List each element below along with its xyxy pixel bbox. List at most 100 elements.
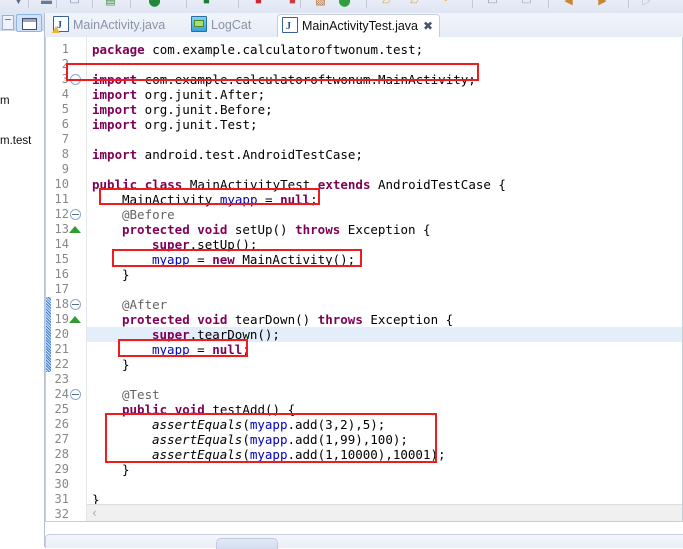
line-number: 22 [54,357,69,371]
code-line-21[interactable]: myapp = null; [152,342,250,357]
warning-overlay-icon [52,26,60,33]
fold-collapse-icon[interactable] [70,299,81,310]
terminate-icon[interactable]: ■ [286,0,299,8]
fold-expand-icon[interactable] [69,226,81,233]
editor-horizontal-scrollbar[interactable]: ‹ [87,504,682,521]
editor-tab-mainactivitytest-java[interactable]: MainActivityTest.java ✖ [277,14,441,38]
code-line-27[interactable]: assertEquals(myapp.add(1,99),100); [152,432,408,447]
tree-item-1[interactable]: m.test [0,135,31,147]
forward-icon[interactable]: ▶ [596,0,609,8]
code-line-10[interactable]: public class MainActivityTest extends An… [92,177,506,192]
stop-icon[interactable]: ■ [252,0,265,8]
line-number: 1 [61,42,69,56]
code-line-5[interactable]: import org.junit.Before; [92,102,273,117]
line-number: 6 [61,117,69,131]
run-icon[interactable]: ■ [200,0,213,8]
android-icon[interactable]: ⬤ [338,0,351,8]
editor-tab-logcat[interactable]: LogCat [187,14,257,36]
line-number: 20 [54,327,69,341]
code-line-19[interactable]: protected void tearDown() throws Excepti… [122,312,453,327]
line-number: 28 [54,447,69,461]
code-line-28[interactable]: assertEquals(myapp.add(1,10000),10001); [152,447,446,462]
back-icon[interactable]: ◀ [562,0,575,8]
code-line-16[interactable]: } [122,267,130,282]
change-marker-bar [46,37,51,521]
code-line-13[interactable]: protected void setUp() throws Exception … [122,222,431,237]
save-icon[interactable]: ▼ [12,0,25,8]
code-line-14[interactable]: super.setUp(); [152,237,257,252]
code-line-1[interactable]: package com.example.calculatoroftwonum.t… [92,42,423,57]
line-number: 7 [61,132,69,146]
bottom-panel-tab[interactable] [216,538,278,549]
left-dock-panel: m m.test [0,13,45,547]
open-type-icon[interactable]: ▱ [380,0,393,8]
line-number: 12 [54,207,69,221]
toolbar-separator [548,0,549,8]
line-number: 13 [54,222,69,236]
toolbar-separator [366,0,367,8]
java-source-editor[interactable]: 1 2 3 4 5 6 7 8 9 10 11 12 13 14 15 16 17 18 19 20 21 22 23 24 2… [45,37,683,522]
package-explorer-icon [22,18,37,30]
line-number: 18 [54,297,69,311]
line-number: 19 [54,312,69,326]
book-icon[interactable]: ▧ [314,0,327,8]
code-line-12[interactable]: @Before [122,207,175,222]
editor-tab-label: MainActivity.java [73,18,166,32]
line-number: 32 [54,507,69,521]
expand-icon[interactable]: ▷ [640,0,653,8]
line-number: 21 [54,342,69,356]
tree-item-0[interactable]: m [0,95,10,107]
package-explorer-view-tab[interactable] [16,14,42,32]
new-icon[interactable]: ▭ [68,0,81,8]
changed-lines-marker [46,297,51,372]
editor-tabbar: MainActivity.java LogCat MainActivityTest.… [45,13,683,38]
line-number: 23 [54,372,69,386]
next-annotation-icon[interactable]: ▭ [486,0,499,8]
code-line-3[interactable]: import com.example.calculatoroftwonum.Ma… [92,72,476,87]
code-line-22[interactable]: } [122,357,130,372]
editor-code-canvas[interactable]: package com.example.calculatoroftwonum.t… [87,37,682,521]
editor-tab-mainactivity-java[interactable]: MainActivity.java [49,14,171,37]
toolbar-separator [92,0,93,8]
toolbar-separator [28,0,29,8]
code-line-20[interactable]: super.tearDown(); [152,327,280,342]
code-line-18[interactable]: @After [122,297,167,312]
line-number: 27 [54,432,69,446]
fold-collapse-icon[interactable] [70,389,81,400]
search-icon[interactable]: ◔ [438,0,451,8]
line-number: 29 [54,462,69,476]
code-line-6[interactable]: import org.junit.Test; [92,117,258,132]
print-icon[interactable]: ▬ [40,0,53,8]
scroll-left-chevron-icon[interactable]: ‹ [92,506,97,520]
code-line-24[interactable]: @Test [122,387,160,402]
code-line-29[interactable]: } [122,462,130,477]
close-tab-icon[interactable]: ✖ [423,19,433,33]
line-number: 5 [61,102,69,116]
fold-collapse-icon[interactable] [70,209,81,220]
java-file-warning-icon [52,15,69,37]
toolbar-separator [300,0,301,8]
package-explorer-tree[interactable]: m m.test [0,32,43,547]
prev-annotation-icon[interactable]: ▭ [520,0,533,8]
fold-collapse-icon[interactable] [70,74,81,85]
line-number: 17 [54,282,69,296]
code-line-11[interactable]: MainActivity myapp = null; [122,192,318,207]
folder-icon[interactable]: ▤ [104,0,117,8]
minimize-view-icon[interactable] [2,15,14,30]
line-number: 3 [61,72,69,86]
line-number: 4 [61,87,69,101]
code-line-4[interactable]: import org.junit.After; [92,87,265,102]
code-line-8[interactable]: import android.test.AndroidTestCase; [92,147,363,162]
line-number: 26 [54,417,69,431]
code-line-15[interactable]: myapp = new MainActivity(); [152,252,355,267]
toolbar-separator [238,0,239,8]
logcat-icon [191,16,207,32]
editor-line-ruler[interactable]: 1 2 3 4 5 6 7 8 9 10 11 12 13 14 15 16 17 18 19 20 21 22 23 24 2… [46,37,87,521]
open-resource-icon[interactable]: ▱ [408,0,421,8]
line-number: 30 [54,477,69,491]
line-number: 25 [54,402,69,416]
fold-expand-icon[interactable] [69,316,81,323]
debug-icon[interactable]: ⬤ [148,0,161,8]
code-line-25[interactable]: public void testAdd() { [122,402,295,417]
code-line-26[interactable]: assertEquals(myapp.add(3,2),5); [152,417,385,432]
